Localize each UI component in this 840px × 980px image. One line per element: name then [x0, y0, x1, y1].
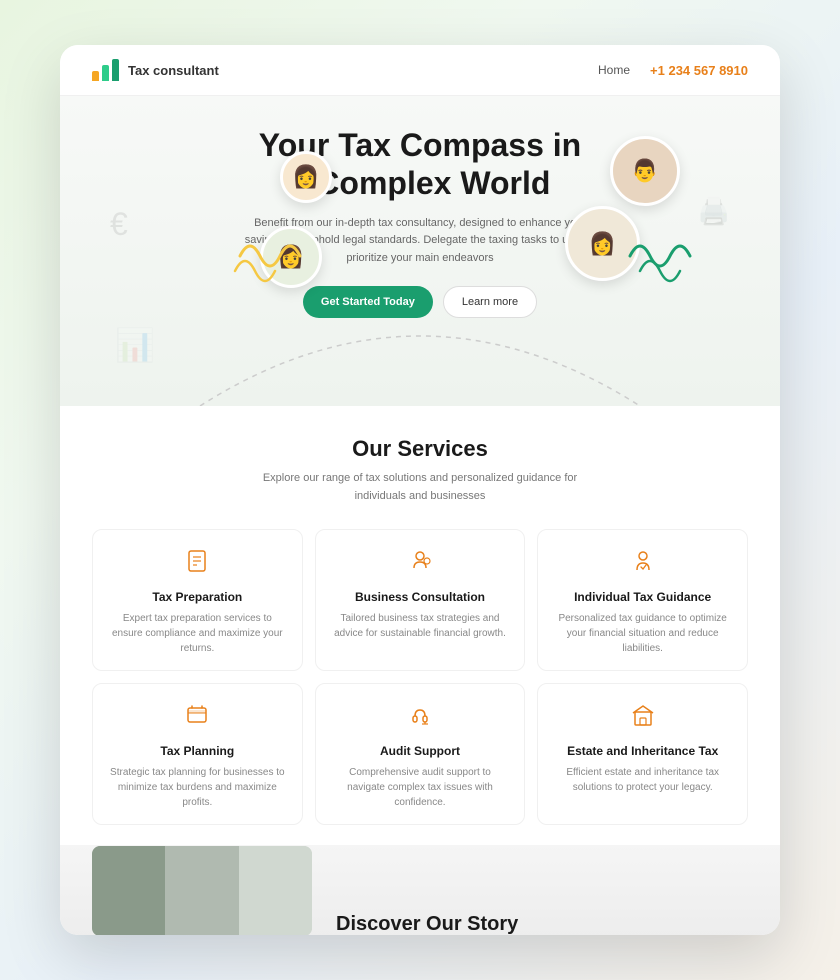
individual-tax-icon [552, 548, 733, 580]
tax-preparation-icon [107, 548, 288, 580]
service-desc-5: Comprehensive audit support to navigate … [330, 765, 511, 810]
story-panel-1 [92, 846, 165, 935]
service-card-estate-tax: Estate and Inheritance Tax Efficient est… [537, 683, 748, 825]
tax-planning-icon [107, 702, 288, 734]
hero-buttons: Get Started Today Learn more [80, 286, 760, 318]
navbar: Tax consultant Home +1 234 567 8910 [60, 45, 780, 96]
service-name-2: Business Consultation [330, 590, 511, 604]
service-desc-3: Personalized tax guidance to optimize yo… [552, 611, 733, 656]
hero-section: Your Tax Compass in a Complex World Bene… [60, 96, 780, 406]
service-card-audit-support: Audit Support Comprehensive audit suppor… [315, 683, 526, 825]
service-desc-4: Strategic tax planning for businesses to… [107, 765, 288, 810]
story-text-area: Discover Our Story [336, 913, 518, 935]
service-card-business-consultation: Business Consultation Tailored business … [315, 529, 526, 671]
service-desc-2: Tailored business tax strategies and adv… [330, 611, 511, 641]
services-subtitle: Explore our range of tax solutions and p… [260, 470, 580, 505]
services-title: Our Services [92, 436, 748, 462]
business-consultation-icon [330, 548, 511, 580]
service-card-individual-tax: Individual Tax Guidance Personalized tax… [537, 529, 748, 671]
service-name-5: Audit Support [330, 744, 511, 758]
story-panel-2 [165, 846, 238, 935]
squiggle-right [620, 226, 700, 286]
service-name-3: Individual Tax Guidance [552, 590, 733, 604]
service-name-1: Tax Preparation [107, 590, 288, 604]
browser-frame: Tax consultant Home +1 234 567 8910 Your… [60, 45, 780, 935]
story-panel-3 [239, 846, 312, 935]
estate-tax-icon [552, 702, 733, 734]
euro-icon: € [110, 206, 128, 243]
hero-title: Your Tax Compass in a Complex World [80, 126, 760, 203]
nav-links: Home +1 234 567 8910 [598, 63, 748, 78]
get-started-button[interactable]: Get Started Today [303, 286, 433, 318]
nav-phone: +1 234 567 8910 [650, 63, 748, 78]
story-section: Discover Our Story [60, 845, 780, 935]
service-card-tax-planning: Tax Planning Strategic tax planning for … [92, 683, 303, 825]
story-title: Discover Our Story [336, 913, 518, 935]
nav-home-link[interactable]: Home [598, 63, 630, 77]
service-desc-6: Efficient estate and inheritance tax sol… [552, 765, 733, 795]
learn-more-button[interactable]: Learn more [443, 286, 537, 318]
hero-subtitle: Benefit from our in-depth tax consultanc… [240, 215, 600, 268]
service-card-tax-preparation: Tax Preparation Expert tax preparation s… [92, 529, 303, 671]
service-name-6: Estate and Inheritance Tax [552, 744, 733, 758]
service-desc-1: Expert tax preparation services to ensur… [107, 611, 288, 656]
story-image [92, 846, 312, 935]
chart-icon: 📊 [115, 326, 155, 364]
service-name-4: Tax Planning [107, 744, 288, 758]
audit-support-icon [330, 702, 511, 734]
logo-area: Tax consultant [92, 59, 219, 81]
services-grid: Tax Preparation Expert tax preparation s… [92, 529, 748, 825]
logo-icon [92, 59, 120, 81]
logo-text: Tax consultant [128, 63, 219, 78]
services-section: Our Services Explore our range of tax so… [60, 406, 780, 845]
